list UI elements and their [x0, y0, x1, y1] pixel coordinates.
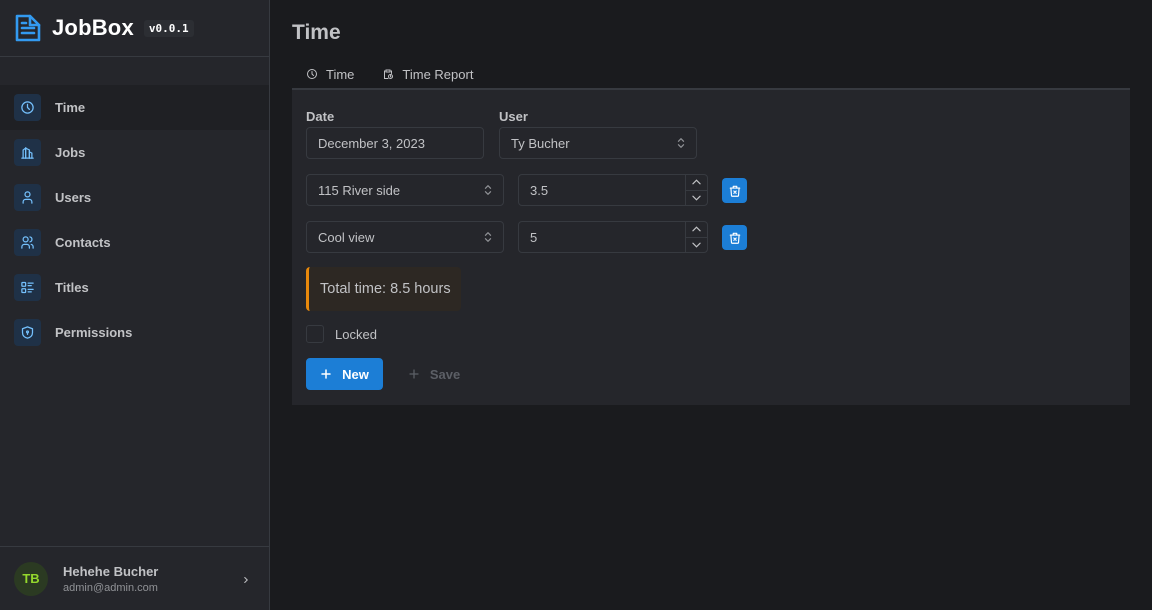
delete-entry-button[interactable]: [722, 225, 747, 250]
user-name: Hehehe Bucher: [63, 563, 159, 579]
save-button[interactable]: Save: [398, 358, 470, 390]
selector-icon: [483, 231, 493, 246]
brand: JobBox v0.0.1: [0, 0, 269, 57]
file-text-logo-icon: [14, 13, 42, 43]
user-icon: [14, 184, 41, 211]
total-time-text: Total time: 8.5 hours: [320, 281, 451, 297]
clock-icon: [307, 69, 317, 79]
sidebar-item-label: Titles: [55, 280, 89, 295]
job-select-value: Cool view: [318, 229, 375, 245]
sidebar-item-label: Time: [55, 100, 86, 115]
sidebar-item-jobs[interactable]: Jobs: [0, 130, 269, 175]
decrement-button[interactable]: [686, 238, 707, 253]
total-time-alert: Total time: 8.5 hours: [306, 267, 461, 311]
locked-checkbox[interactable]: [306, 325, 324, 343]
sidebar-item-label: Users: [55, 190, 92, 205]
users-icon: [14, 229, 41, 256]
hours-value: 3.5: [530, 182, 549, 198]
sidebar-item-titles[interactable]: Titles: [0, 265, 269, 310]
sidebar-item-contacts[interactable]: Contacts: [0, 220, 269, 265]
job-select-value: 115 River side: [318, 182, 401, 198]
increment-button[interactable]: [686, 222, 707, 238]
chevron-down-icon: [692, 242, 701, 248]
tab-time[interactable]: Time: [292, 58, 369, 92]
locked-checkbox-row: Locked: [306, 325, 377, 343]
user-label: User: [499, 109, 528, 124]
tab-time-report[interactable]: Time Report: [368, 58, 487, 90]
date-value: December 3, 2023: [318, 135, 425, 151]
plus-icon: [321, 369, 331, 379]
trash-x-icon: [729, 185, 740, 197]
sidebar-item-time[interactable]: Time: [0, 85, 269, 130]
number-stepper: [685, 222, 707, 252]
clock-icon: [14, 94, 41, 121]
report-icon: [384, 69, 394, 79]
date-label: Date: [306, 109, 335, 124]
sidebar-item-label: Contacts: [55, 235, 111, 250]
plus-icon: [409, 369, 419, 379]
hours-input[interactable]: 3.5: [518, 174, 708, 206]
save-button-label: Save: [429, 366, 461, 382]
sidebar-nav: Time Jobs Users Contacts Titles Permissi…: [0, 85, 269, 355]
job-select[interactable]: Cool view: [306, 221, 504, 253]
hours-value: 5: [530, 229, 538, 245]
job-select[interactable]: 115 River side: [306, 174, 504, 206]
sidebar-item-users[interactable]: Users: [0, 175, 269, 220]
time-panel: Date December 3, 2023 User Ty Bucher 115…: [292, 90, 1130, 405]
avatar: TB: [14, 561, 48, 596]
sidebar-item-label: Jobs: [55, 145, 86, 160]
user-info: Hehehe Bucher admin@admin.com: [63, 564, 158, 594]
app-title: JobBox: [52, 15, 134, 40]
date-input[interactable]: December 3, 2023: [306, 127, 484, 159]
trash-x-icon: [729, 232, 740, 244]
selector-icon: [483, 184, 493, 199]
chevron-right-icon: [241, 572, 251, 590]
tab-label: Time Report: [402, 66, 474, 82]
building-icon: [14, 139, 41, 166]
user-select-value: Ty Bucher: [511, 135, 570, 151]
new-button-label: New: [342, 366, 369, 382]
user-email: admin@admin.com: [63, 581, 158, 594]
chevron-down-icon: [692, 195, 701, 201]
version-badge: v0.0.1: [143, 19, 194, 37]
chevron-up-icon: [692, 226, 701, 232]
shield-icon: [14, 319, 41, 346]
tab-label: Time: [326, 66, 355, 82]
number-stepper: [685, 175, 707, 205]
selector-icon: [676, 137, 686, 152]
hours-input[interactable]: 5: [518, 221, 708, 253]
tab-list: Time Time Report: [292, 58, 1130, 92]
user-select[interactable]: Ty Bucher: [499, 127, 697, 159]
new-button[interactable]: New: [306, 358, 383, 390]
list-details-icon: [14, 274, 41, 301]
user-menu-button[interactable]: TB Hehehe Bucher admin@admin.com: [0, 546, 269, 610]
sidebar-item-label: Permissions: [55, 325, 133, 340]
sidebar-item-permissions[interactable]: Permissions: [0, 310, 269, 355]
delete-entry-button[interactable]: [722, 178, 747, 203]
locked-label: Locked: [335, 326, 377, 342]
decrement-button[interactable]: [686, 191, 707, 206]
sidebar: JobBox v0.0.1 Time Jobs Users Contacts T…: [0, 0, 270, 610]
page-title: Time: [292, 21, 341, 44]
chevron-up-icon: [692, 179, 701, 185]
increment-button[interactable]: [686, 175, 707, 191]
